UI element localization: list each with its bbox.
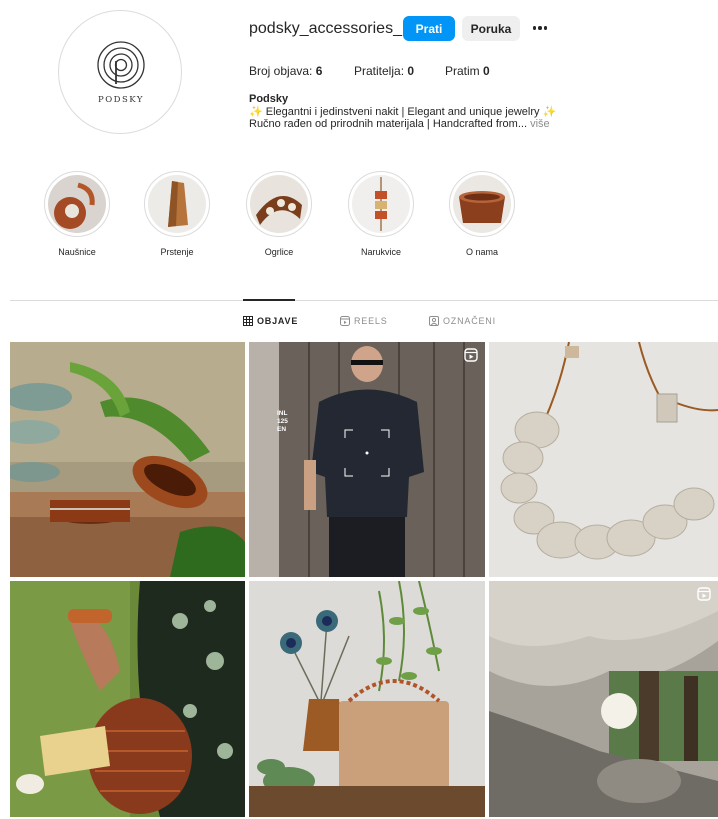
profile-username: podsky_accessories_ [249,20,402,37]
posts-count: Broj objava: 6 [249,64,323,78]
reels-icon [340,316,350,326]
grid-icon [243,316,253,326]
post-image [489,342,718,577]
highlight-necklaces[interactable]: Ogrlice [239,171,319,257]
post-image [489,581,718,817]
tab-tagged[interactable]: OZNAČENI [429,316,496,326]
reels-icon [697,587,711,601]
post-image [249,342,485,577]
tagged-icon [429,316,439,326]
post-image [249,581,485,817]
highlight-bracelets-image [352,175,410,233]
post-tile[interactable]: INL 125 EN [249,342,485,577]
sparkle-icon: ✨ [542,105,557,118]
following-count[interactable]: Pratim 0 [445,64,490,78]
bio-line-1: ✨ Elegantni i jedinstveni nakit | Elegan… [249,105,557,118]
message-button[interactable]: Poruka [462,16,520,41]
tabs-divider [10,300,718,301]
highlight-necklaces-image [250,175,308,233]
profile-bio: Podsky ✨ Elegantni i jedinstveni nakit |… [249,93,569,131]
bio-more-link[interactable]: više [530,118,550,130]
profile-avatar[interactable]: PODSKY [58,10,182,134]
post-tile[interactable] [489,581,718,817]
post-image [10,342,245,577]
followers-count[interactable]: Pratitelja: 0 [354,64,414,78]
post-tile[interactable] [249,581,485,817]
post-overlay-text: INL 125 EN [277,410,288,433]
bio-line-2: Ručno rađen od prirodnih materijala | Ha… [249,118,550,130]
highlight-earrings-image [48,175,106,233]
more-horizontal-icon[interactable] [530,18,550,38]
highlight-rings-image [148,175,206,233]
bio-name: Podsky [249,93,289,105]
follow-button[interactable]: Prati [403,16,455,41]
highlight-rings[interactable]: Prstenje [137,171,217,257]
tab-active-indicator [243,299,295,301]
highlight-earrings[interactable]: Naušnice [37,171,117,257]
post-tile[interactable] [489,342,718,577]
tab-posts[interactable]: OBJAVE [243,316,298,326]
podsky-logo-icon [97,41,145,89]
post-image [10,581,245,817]
tab-reels[interactable]: REELS [340,316,388,326]
highlight-about-us-image [453,175,511,233]
highlight-about-us[interactable]: O nama [442,171,522,257]
highlight-bracelets[interactable]: Narukvice [341,171,421,257]
avatar-brand-text: PODSKY [97,95,145,105]
reels-icon [464,348,478,362]
post-tile[interactable] [10,581,245,817]
post-tile[interactable] [10,342,245,577]
sparkle-icon: ✨ [249,105,263,118]
